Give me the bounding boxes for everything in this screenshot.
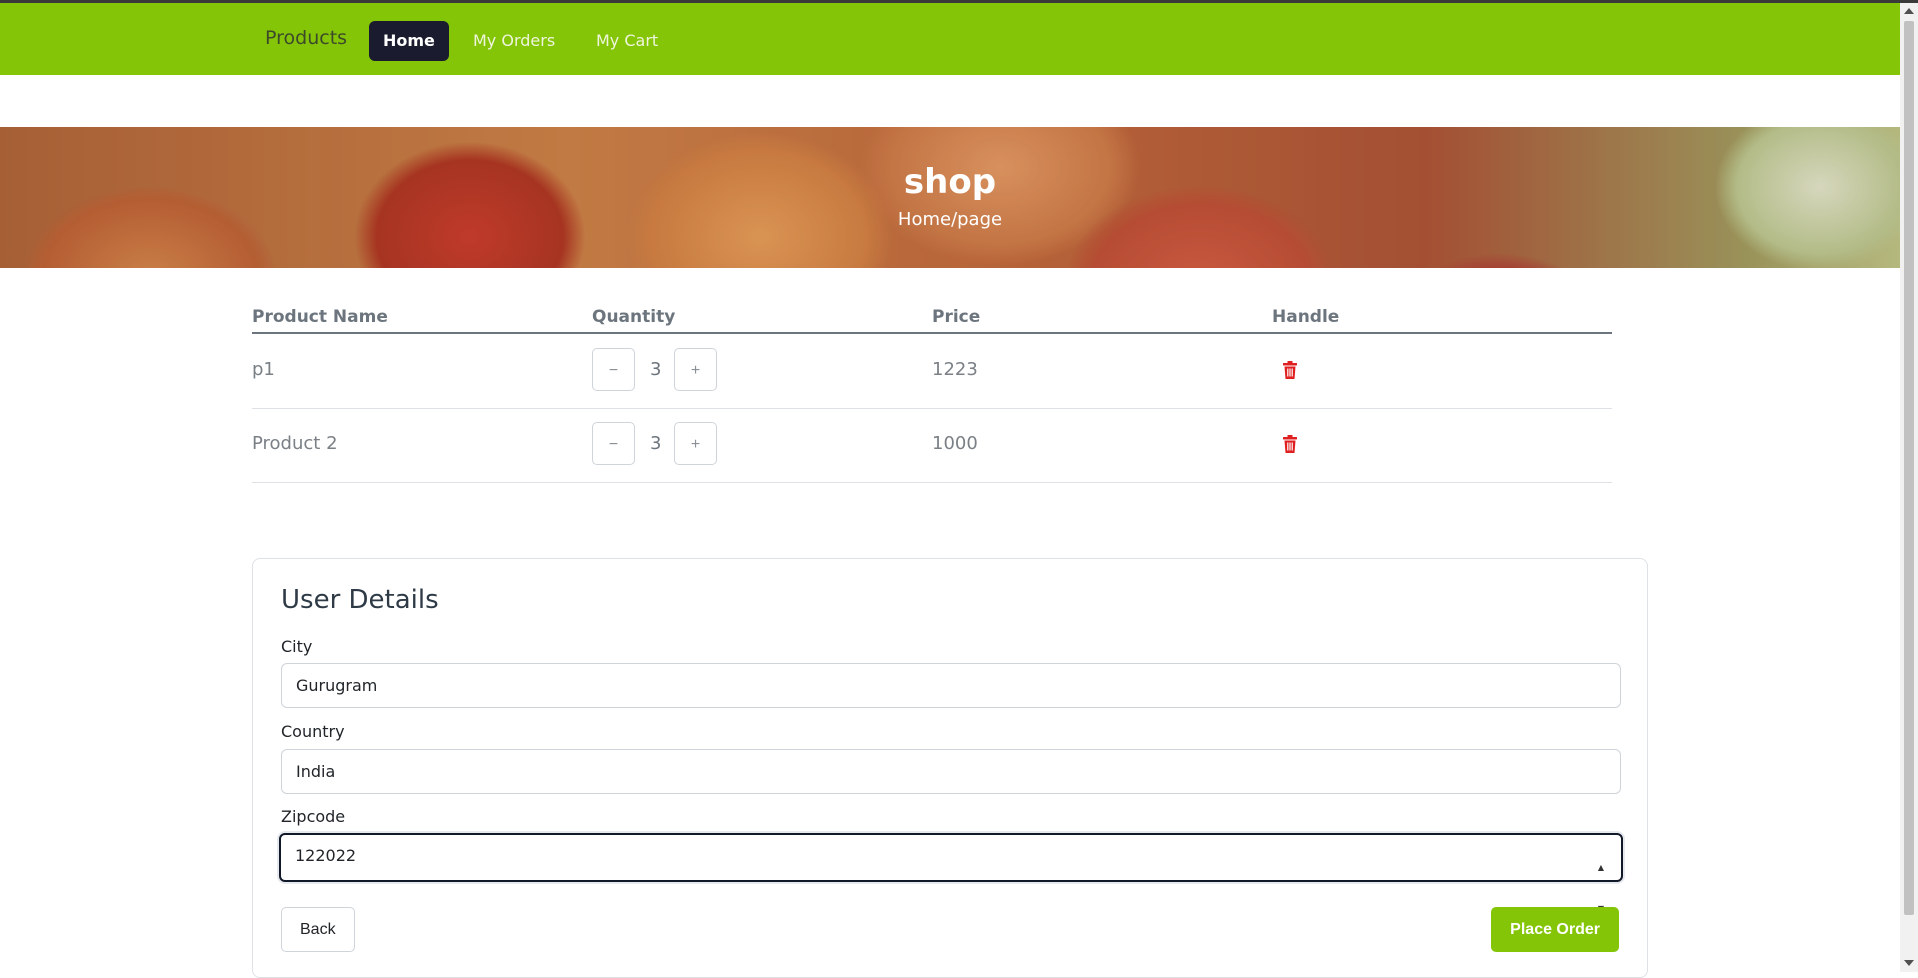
table-row: p1 − 3 + 1223 <box>252 334 1612 409</box>
nav-link-my-orders[interactable]: My Orders <box>459 21 569 61</box>
scroll-down-arrow-icon[interactable] <box>1904 960 1914 966</box>
table-header: Product Name Quantity Price Handle <box>252 300 1612 334</box>
nav-link-my-cart[interactable]: My Cart <box>582 21 672 61</box>
page-scrollbar[interactable] <box>1900 3 1918 972</box>
zipcode-field[interactable]: 122022 ▲ ▼ <box>279 833 1623 913</box>
trash-icon[interactable] <box>1282 361 1298 379</box>
zipcode-value: 122022 <box>295 846 357 865</box>
user-details-card: User Details City Gurugram Country India… <box>252 558 1648 978</box>
scroll-up-arrow-icon[interactable] <box>1904 8 1914 14</box>
header-handle: Handle <box>1272 307 1340 327</box>
hero-banner: shop Home/page <box>0 127 1900 268</box>
scroll-thumb[interactable] <box>1904 21 1914 915</box>
top-navbar: Products Home My Orders My Cart <box>0 3 1900 75</box>
zipcode-label: Zipcode <box>281 807 346 826</box>
decrement-button[interactable]: − <box>592 348 635 391</box>
country-field[interactable]: India <box>281 749 1621 794</box>
navbar-brand[interactable]: Products <box>265 27 347 49</box>
price-value: 1000 <box>932 433 978 454</box>
user-details-title: User Details <box>281 585 439 615</box>
number-spinner[interactable]: ▲ ▼ <box>1595 847 1607 913</box>
breadcrumb: Home/page <box>897 209 1003 230</box>
product-name: p1 <box>252 359 275 380</box>
table-row: Product 2 − 3 + 1000 <box>252 408 1612 483</box>
header-product-name: Product Name <box>252 307 388 327</box>
place-order-button[interactable]: Place Order <box>1491 907 1619 952</box>
product-name: Product 2 <box>252 433 338 454</box>
nav-link-home[interactable]: Home <box>369 21 449 61</box>
quantity-value: 3 <box>650 433 662 454</box>
header-quantity: Quantity <box>592 307 676 327</box>
country-label: Country <box>281 722 345 741</box>
city-field[interactable]: Gurugram <box>281 663 1621 708</box>
increment-button[interactable]: + <box>674 348 717 391</box>
header-price: Price <box>932 307 981 327</box>
back-button[interactable]: Back <box>281 907 355 952</box>
increment-button[interactable]: + <box>674 422 717 465</box>
price-value: 1223 <box>932 359 978 380</box>
hero-title: shop <box>903 162 997 202</box>
quantity-value: 3 <box>650 359 662 380</box>
city-label: City <box>281 637 313 656</box>
spinner-up-icon[interactable]: ▲ <box>1598 847 1604 888</box>
trash-icon[interactable] <box>1282 435 1298 453</box>
decrement-button[interactable]: − <box>592 422 635 465</box>
